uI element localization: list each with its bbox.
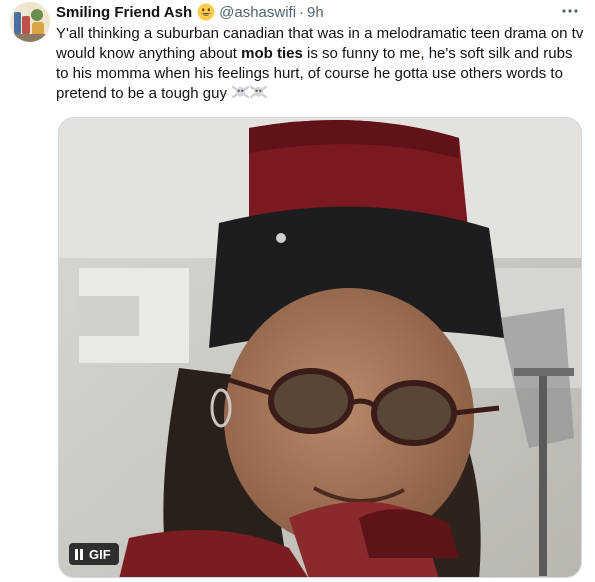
gif-media[interactable]: GIF [58,117,582,578]
more-dots-icon[interactable] [559,2,581,20]
tweet-header: Smiling Friend Ash @ashaswifi · 9h [56,2,324,22]
header-separator: · [299,3,305,21]
display-name[interactable]: Smiling Friend Ash [56,4,192,21]
gif-badge[interactable]: GIF [69,543,119,565]
tweet-text: Y'all thinking a suburban canadian that … [56,24,586,104]
user-handle[interactable]: @ashaswifi [219,4,296,21]
avatar[interactable] [10,2,50,42]
skull-crossbones-emoji-icon [231,84,250,101]
timestamp[interactable]: 9h [307,4,324,21]
skull-crossbones-emoji-icon [249,84,268,101]
grinning-face-emoji-icon [197,3,215,21]
pause-icon[interactable] [75,548,83,560]
tweet-text-bold: mob ties [241,45,303,62]
gif-frame-image [59,118,581,577]
gif-label: GIF [89,546,111,562]
tweet[interactable]: Smiling Friend Ash @ashaswifi · 9h Y'all… [0,0,595,582]
